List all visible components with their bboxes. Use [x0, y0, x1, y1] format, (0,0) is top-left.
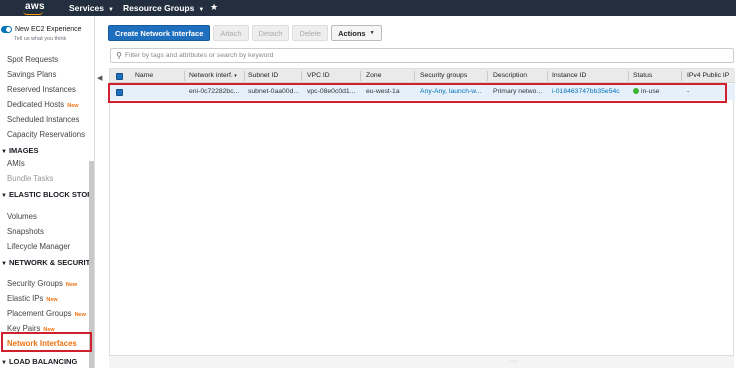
actions-label: Actions [338, 28, 366, 38]
section-title: NETWORK & SECURITY [8, 258, 95, 267]
new-badge: New [46, 297, 58, 303]
column-header-security-groups[interactable]: Security groups [420, 72, 467, 79]
toggle-label: New EC2 Experience [15, 26, 82, 33]
select-all-checkbox[interactable] [116, 73, 123, 80]
feedback-link[interactable]: Tell us what you think [14, 36, 66, 42]
sidebar-item-amis[interactable]: AMIs [7, 159, 25, 168]
table-header: Name Network interf. Subnet ID VPC ID Zo… [110, 69, 735, 83]
sidebar-item-snapshots[interactable]: Snapshots [7, 227, 44, 236]
sidebar-item-dedicated-hosts[interactable]: Dedicated Hosts New [7, 100, 79, 109]
column-divider[interactable] [360, 71, 361, 81]
new-badge: New [65, 282, 78, 288]
attach-button[interactable]: Attach [213, 25, 249, 41]
column-divider[interactable] [414, 71, 415, 81]
resource-groups-label: Resource Groups [123, 3, 195, 13]
sidebar-item-elastic-ips[interactable]: Elastic IPs New [7, 294, 58, 303]
sidebar-item-spot-requests[interactable]: Spot Requests [7, 55, 58, 64]
chevron-down-icon: ▼ [107, 7, 114, 13]
column-divider[interactable] [628, 71, 629, 81]
toolbar: Create Network Interface Attach Detach D… [108, 23, 385, 43]
column-header-description[interactable]: Description [493, 72, 527, 79]
network-interfaces-table: Name Network interf. Subnet ID VPC ID Zo… [109, 68, 735, 358]
aws-logo[interactable]: aws [4, 0, 48, 16]
column-header-network-interface[interactable]: Network interf. [189, 72, 237, 79]
column-divider[interactable] [547, 71, 548, 81]
sidebar-item-security-groups[interactable]: Security Groups New [7, 279, 77, 288]
triangle-down-icon: ▼ [1, 149, 7, 155]
triangle-down-icon: ▼ [1, 193, 7, 199]
section-load-balancing[interactable]: ▼ LOAD BALANCING [1, 357, 77, 368]
resource-groups-menu[interactable]: Resource Groups ▼ [123, 3, 204, 13]
new-ec2-experience-toggle[interactable]: New EC2 Experience [1, 26, 82, 33]
column-header-ipv4-public-ip[interactable]: IPv4 Public IP [687, 72, 729, 79]
sidebar-item-network-interfaces[interactable]: Network Interfaces [7, 339, 77, 348]
sidebar-item-capacity-reservations[interactable]: Capacity Reservations [7, 130, 85, 139]
actions-dropdown[interactable]: Actions ▼ [331, 25, 382, 41]
bottom-resize-handle[interactable]: ··· [109, 355, 734, 368]
sidebar-item-label: Placement Groups [7, 309, 72, 318]
sidebar-item-savings-plans[interactable]: Savings Plans [7, 70, 56, 79]
collapse-sidebar-icon[interactable]: ◀ [97, 74, 105, 84]
sidebar-item-reserved-instances[interactable]: Reserved Instances [7, 85, 76, 94]
section-elastic-block-store[interactable]: ▼ ELASTIC BLOCK STORE [1, 190, 94, 201]
sidebar-item-volumes[interactable]: Volumes [7, 212, 37, 221]
triangle-down-icon: ▼ [1, 261, 7, 267]
chevron-down-icon: ▼ [369, 30, 375, 36]
column-header-instance-id[interactable]: Instance ID [552, 72, 586, 79]
chevron-down-icon: ▼ [198, 7, 205, 13]
services-label: Services [69, 3, 104, 13]
sidebar: New EC2 Experience Tell us what you thin… [0, 16, 95, 368]
sidebar-item-lifecycle-manager[interactable]: Lifecycle Manager [7, 242, 70, 251]
section-network-security[interactable]: ▼ NETWORK & SECURITY [1, 258, 94, 269]
section-title: IMAGES [8, 146, 39, 155]
column-divider[interactable] [184, 71, 185, 81]
sidebar-item-scheduled-instances[interactable]: Scheduled Instances [7, 115, 79, 124]
drag-handle-icon[interactable]: ··· [509, 358, 519, 365]
services-menu[interactable]: Services ▼ [69, 3, 114, 13]
pin-icon[interactable]: ★ [210, 2, 218, 13]
search-icon: ⚲ [116, 51, 122, 60]
column-divider[interactable] [681, 71, 682, 81]
column-header-vpc-id[interactable]: VPC ID [307, 72, 330, 79]
column-header-name[interactable]: Name [135, 72, 153, 79]
section-images[interactable]: ▼ IMAGES [1, 146, 39, 157]
triangle-down-icon: ▼ [1, 360, 7, 366]
column-divider[interactable] [244, 71, 245, 81]
sidebar-item-bundle-tasks[interactable]: Bundle Tasks [7, 174, 53, 183]
column-header-zone[interactable]: Zone [366, 72, 382, 79]
toggle-switch-icon[interactable] [1, 26, 12, 33]
section-title: LOAD BALANCING [8, 357, 78, 366]
column-header-status[interactable]: Status [633, 72, 652, 79]
sidebar-item-label: Security Groups [7, 279, 63, 288]
search-input[interactable] [125, 52, 705, 59]
new-badge: New [67, 103, 79, 109]
sidebar-item-label: Elastic IPs [7, 294, 44, 303]
filter-search-box[interactable]: ⚲ [110, 48, 734, 63]
column-header-subnet-id[interactable]: Subnet ID [248, 72, 278, 79]
sidebar-item-placement-groups[interactable]: Placement Groups New [7, 309, 86, 318]
detach-button[interactable]: Detach [251, 25, 290, 41]
sidebar-item-label: Dedicated Hosts [7, 100, 65, 109]
new-badge: New [74, 312, 86, 318]
delete-button[interactable]: Delete [292, 25, 329, 41]
highlight-box-selected-row [108, 83, 727, 103]
create-network-interface-button[interactable]: Create Network Interface [108, 25, 211, 41]
column-divider[interactable] [487, 71, 488, 81]
aws-smile-icon [23, 11, 43, 15]
column-divider[interactable] [301, 71, 302, 81]
top-nav-bar: aws Services ▼ Resource Groups ▼ ★ [0, 0, 736, 16]
section-title: ELASTIC BLOCK STORE [8, 190, 95, 199]
